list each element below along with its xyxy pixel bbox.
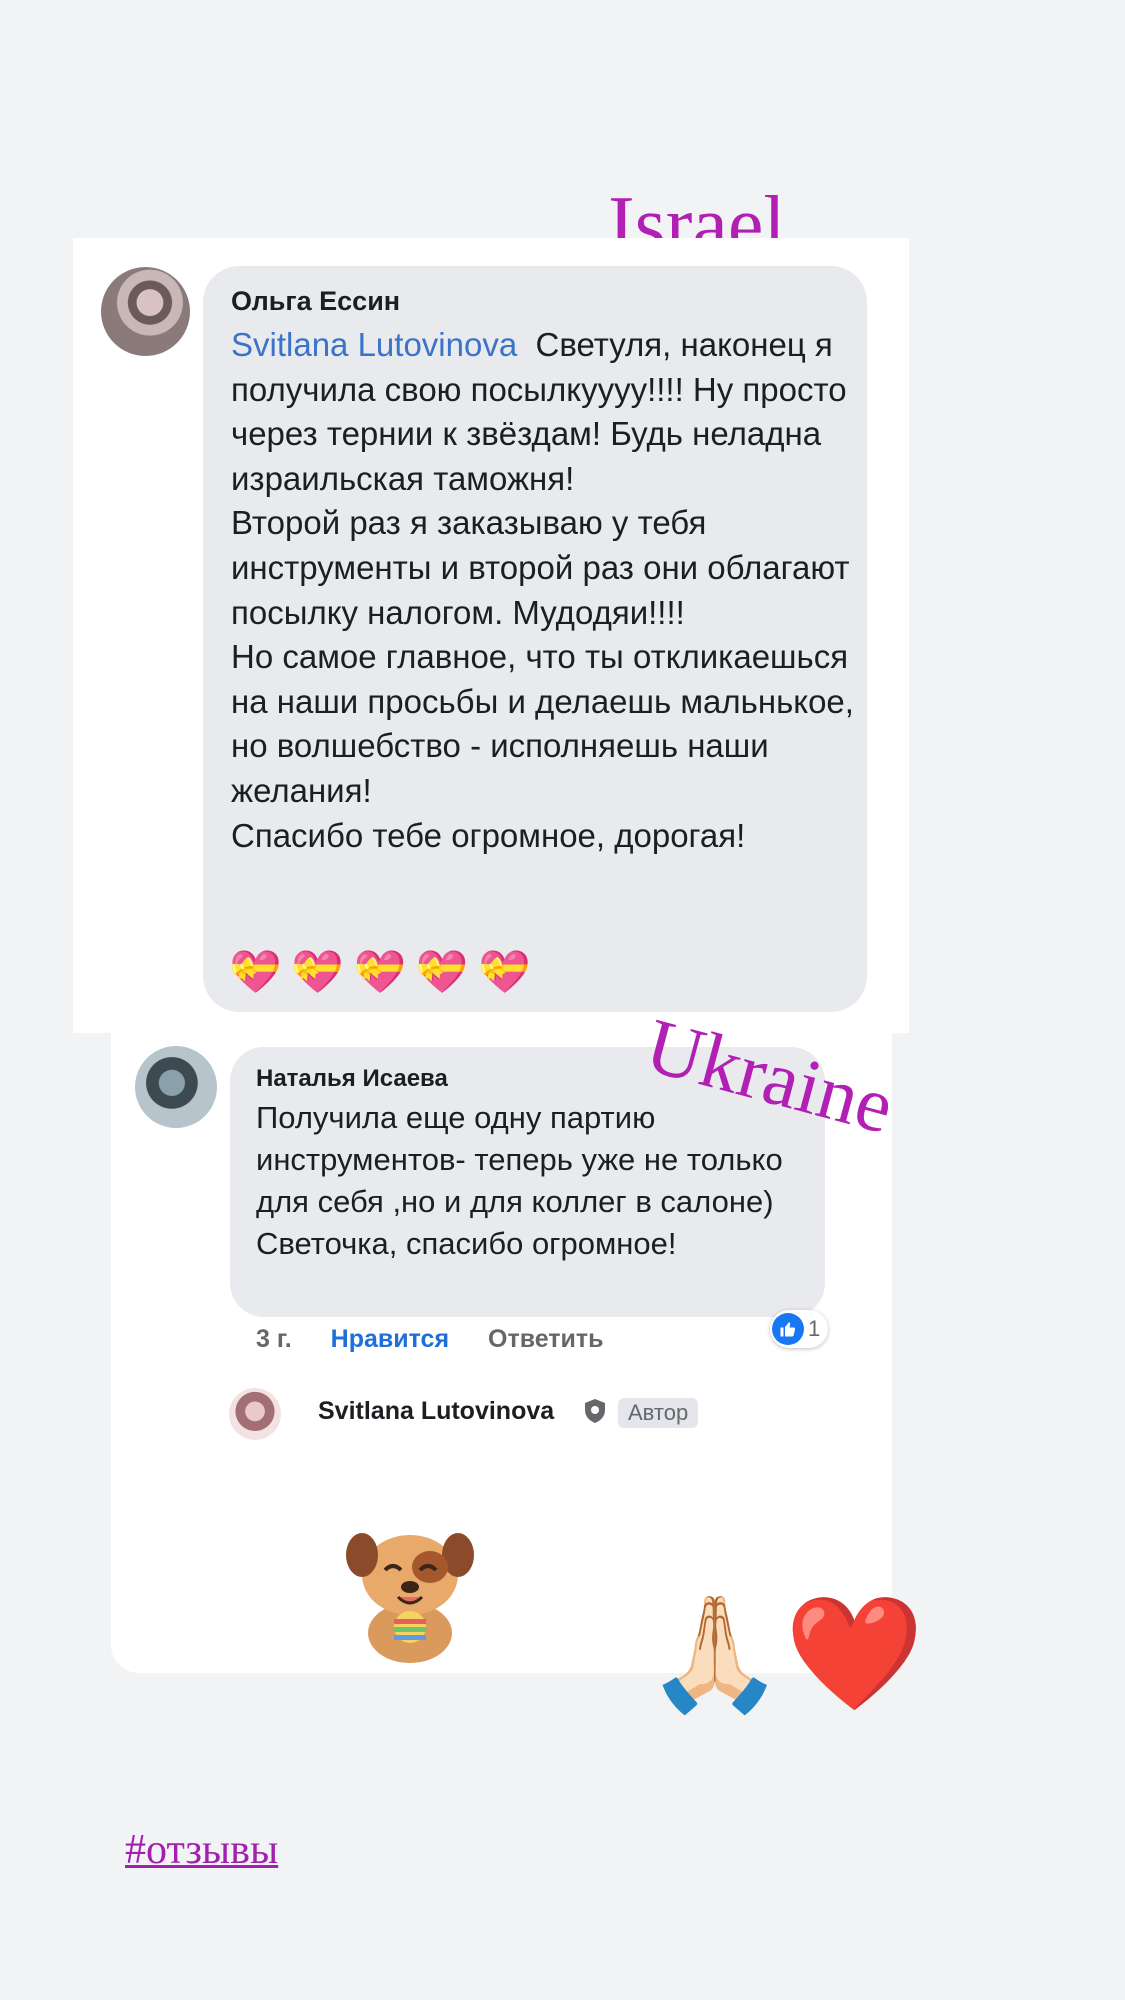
shield-icon [585,1399,605,1423]
comment-actions: 3 г. Нравится Ответить [256,1325,636,1354]
comment-body: Светуля, наконец я получила свою посылку… [231,326,854,854]
comment-text: Получила еще одну партию инструментов- т… [256,1100,792,1261]
comment-author[interactable]: Наталья Исаева [256,1065,448,1093]
like-count: 1 [808,1316,821,1341]
thumbs-up-icon [772,1313,804,1345]
reply-button[interactable]: Ответить [488,1325,604,1353]
author-badge: Автор [618,1398,699,1428]
reply-author[interactable]: Svitlana Lutovinova [318,1397,554,1426]
mention-link[interactable]: Svitlana Lutovinova [231,326,517,363]
like-button[interactable]: Нравится [331,1325,449,1353]
hashtag-link[interactable]: #отзывы [125,1826,278,1874]
dog-sticker [346,1533,474,1663]
avatar[interactable] [229,1388,281,1440]
reaction-counter[interactable]: 1 [770,1310,829,1348]
comment-text: Svitlana Lutovinova Светуля, наконец я п… [231,323,861,858]
avatar[interactable] [101,267,190,356]
comment-time: 3 г. [256,1325,292,1353]
heart-gift-emojis: 💝💝💝💝💝 [229,948,541,995]
comment-author[interactable]: Ольга Ессин [231,286,400,317]
praying-hands-heart-icon: 🙏🏻❤️ [645,1591,924,1716]
avatar[interactable] [135,1046,217,1128]
